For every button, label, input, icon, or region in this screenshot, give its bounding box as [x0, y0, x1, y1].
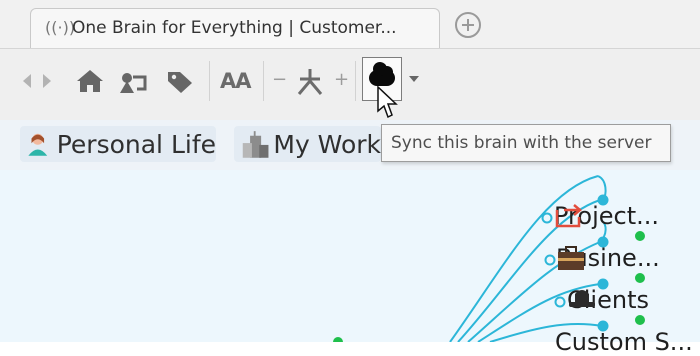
toolbar-separator: [209, 61, 210, 101]
forward-icon[interactable]: [41, 73, 53, 89]
bookmark-label: My Work: [273, 129, 381, 159]
home-icon[interactable]: [76, 69, 104, 93]
node-connector[interactable]: [554, 296, 566, 308]
node-connector[interactable]: [541, 212, 553, 224]
briefcase-icon: [558, 246, 584, 270]
hat-icon: [569, 290, 595, 307]
bookmark-my-work[interactable]: My Work: [234, 126, 381, 162]
node-connector[interactable]: [635, 315, 645, 325]
node-connector[interactable]: [544, 254, 556, 266]
mind-map-node-business[interactable]: Busine...: [556, 244, 660, 272]
node-connector[interactable]: [635, 273, 645, 283]
outline-icon[interactable]: [117, 69, 147, 95]
mind-map-node-custom[interactable]: Custom S...: [555, 328, 693, 356]
tab-bar: ((·)) One Brain for Everything | Custome…: [0, 0, 700, 48]
tag-icon[interactable]: [166, 70, 194, 94]
bookmark-personal-life[interactable]: Personal Life: [20, 126, 216, 162]
back-icon[interactable]: [21, 73, 33, 89]
project-icon: [555, 204, 582, 228]
building-icon: [242, 131, 269, 158]
browser-tab[interactable]: ((·)) One Brain for Everything | Custome…: [30, 8, 440, 48]
bookmark-label: Personal Life: [56, 129, 216, 159]
mind-map-node-clients[interactable]: Clients: [567, 286, 649, 314]
person-icon: [28, 133, 48, 156]
node-connector[interactable]: [333, 337, 343, 342]
node-label: Custom S...: [555, 328, 693, 356]
zoom-in-icon[interactable]: +: [334, 69, 349, 90]
mouse-cursor-icon: [377, 86, 398, 119]
toolbar-separator: [355, 61, 356, 101]
sync-tooltip: Sync this brain with the server: [381, 124, 671, 162]
node-connector[interactable]: [635, 231, 645, 241]
zoom-out-icon[interactable]: −: [272, 69, 287, 90]
layout-icon[interactable]: [296, 67, 324, 97]
broadcast-icon: ((·)): [45, 18, 76, 37]
toolbar: AA − +: [0, 48, 700, 121]
toolbar-separator: [263, 61, 264, 101]
mind-map-canvas[interactable]: Project... Busine... Clients Custom S...: [0, 170, 700, 356]
tab-title: One Brain for Everything | Customer...: [72, 18, 397, 38]
cloud-sync-icon: [369, 62, 395, 86]
tooltip-text: Sync this brain with the server: [391, 133, 652, 153]
new-tab-button[interactable]: [455, 12, 481, 38]
mind-map-node-projects[interactable]: Project...: [554, 202, 659, 230]
dropdown-caret-icon[interactable]: [409, 76, 419, 82]
font-size-icon[interactable]: AA: [220, 69, 252, 93]
